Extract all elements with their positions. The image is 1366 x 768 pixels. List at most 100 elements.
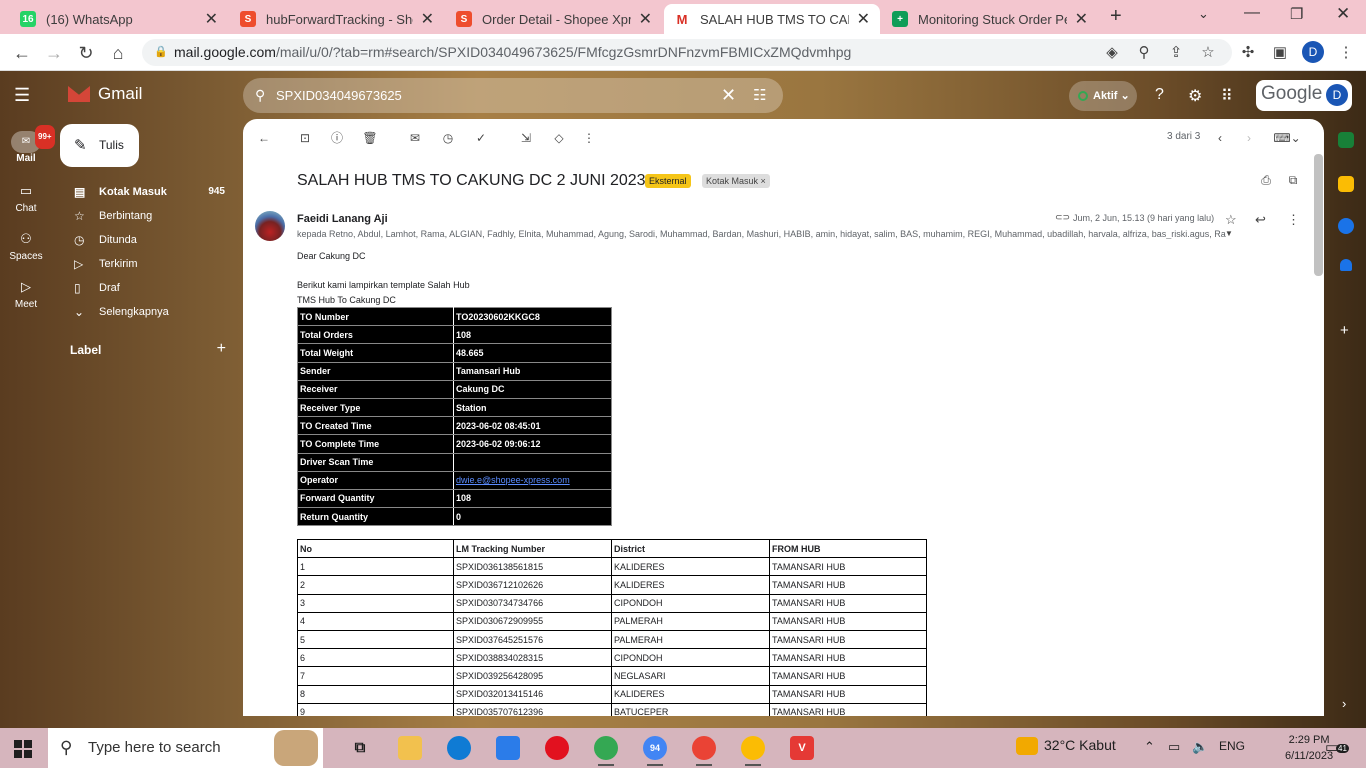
language-indicator[interactable]: ENG	[1219, 739, 1245, 753]
network-icon[interactable]: ▭	[1168, 739, 1180, 755]
gmail-logo[interactable]: Gmail	[68, 84, 142, 104]
reload-icon[interactable]: ↻	[74, 41, 98, 65]
nav-snoozed[interactable]: ◷ Ditunda	[60, 228, 235, 252]
profile-avatar[interactable]: D	[1302, 41, 1324, 63]
rail-spaces[interactable]: ⚇ Spaces	[0, 231, 52, 262]
side-panel-icon[interactable]: ▣	[1270, 43, 1290, 63]
forward-icon[interactable]: →	[42, 41, 66, 65]
volume-icon[interactable]: 🔈	[1192, 739, 1208, 755]
search-options-icon[interactable]: ☷	[753, 78, 766, 113]
account-avatar[interactable]: D	[1326, 84, 1348, 106]
reply-icon[interactable]: ↩	[1255, 212, 1266, 228]
nav-inbox[interactable]: ▤ Kotak Masuk 945	[60, 180, 235, 204]
extensions-icon[interactable]: ✣	[1238, 43, 1258, 63]
show-side-panel-icon[interactable]: ›	[1342, 696, 1346, 711]
show-details-icon[interactable]: ▼	[1225, 229, 1233, 238]
sender-name[interactable]: Faeidi Lanang Aji	[297, 213, 388, 225]
mark-unread-icon[interactable]: ✉	[406, 129, 424, 147]
clear-search-icon[interactable]: ✕	[721, 78, 736, 113]
help-icon[interactable]: ?	[1155, 86, 1164, 104]
zoom-icon[interactable]: ⚲	[1134, 43, 1154, 63]
add-label-icon[interactable]: +	[217, 340, 226, 358]
mail-search-input[interactable]: ⚲ SPXID034049673625 ✕ ☷	[243, 78, 783, 113]
label-icon[interactable]: ◇	[550, 129, 568, 147]
sheets-side-icon[interactable]	[1338, 132, 1354, 148]
close-icon[interactable]: ✕	[205, 9, 218, 29]
input-tools-icon[interactable]: ⌨⌄	[1273, 129, 1301, 147]
rail-chat[interactable]: ▭ Chat	[0, 183, 52, 214]
chrome-work-icon[interactable]	[692, 736, 716, 766]
apps-grid-icon[interactable]: ⠿	[1221, 86, 1233, 106]
inbox-label-chip[interactable]: Kotak Masuk ×	[702, 174, 770, 188]
share-icon[interactable]: ⇪	[1166, 43, 1186, 63]
archive-icon[interactable]: ⊡	[296, 129, 314, 147]
move-to-icon[interactable]: ⇲	[517, 129, 535, 147]
close-icon[interactable]: ✕	[857, 9, 870, 29]
google-account-badge[interactable]: Google D	[1256, 80, 1352, 111]
edge-icon[interactable]	[447, 736, 471, 760]
home-icon[interactable]: ⌂	[106, 41, 130, 65]
previous-icon[interactable]: ‹	[1211, 129, 1229, 147]
tasks-icon[interactable]	[1338, 218, 1354, 234]
settings-gear-icon[interactable]: ⚙	[1188, 86, 1202, 106]
new-tab-button[interactable]: +	[1110, 5, 1122, 28]
external-label-chip[interactable]: Eksternal	[645, 174, 691, 188]
keep-icon[interactable]	[1338, 176, 1354, 192]
back-icon[interactable]: ←	[10, 41, 34, 65]
scrollbar[interactable]	[1314, 154, 1323, 276]
tray-overflow-icon[interactable]: ⌃	[1144, 739, 1155, 755]
task-view-icon[interactable]: ⧉	[348, 736, 372, 760]
message-more-icon[interactable]: ⋮	[1287, 212, 1300, 228]
close-icon[interactable]: ✕	[1075, 9, 1088, 29]
nav-drafts[interactable]: ▯ Draf	[60, 276, 235, 300]
notification-center-icon[interactable]: ▭ 41	[1325, 738, 1349, 756]
add-task-icon[interactable]: ✓	[472, 129, 490, 147]
chrome-alt-icon[interactable]	[741, 736, 765, 766]
rail-mail[interactable]: ✉ 99+ Mail	[0, 125, 55, 164]
close-window-button[interactable]: ✕	[1336, 4, 1350, 24]
compose-button[interactable]: ✎ Tulis	[60, 124, 139, 167]
url-bar[interactable]: 🔒 mail.google.com/mail/u/0/?tab=rm#searc…	[142, 39, 1232, 66]
chrome-profile-icon[interactable]: 94	[643, 736, 667, 766]
open-new-window-icon[interactable]: ⧉	[1284, 171, 1302, 189]
restore-button[interactable]: ❐	[1290, 5, 1303, 23]
opera-icon[interactable]	[545, 736, 569, 760]
minimize-button[interactable]: —	[1244, 4, 1260, 22]
nav-starred[interactable]: ☆ Berbintang	[60, 204, 235, 228]
main-menu-icon[interactable]: ☰	[14, 85, 30, 106]
star-message-icon[interactable]: ☆	[1225, 212, 1237, 228]
microsoft-store-icon[interactable]	[496, 736, 520, 760]
more-options-icon[interactable]: ⋮	[580, 129, 598, 147]
vivaldi-icon[interactable]: V	[790, 736, 814, 760]
tab-monitoring-stuck-order[interactable]: + Monitoring Stuck Order Pend ✕	[882, 4, 1098, 34]
search-icon[interactable]: ⚲	[255, 78, 265, 113]
rail-meet[interactable]: ▷ Meet	[0, 279, 52, 310]
browser-menu-icon[interactable]: ⋮	[1336, 43, 1356, 63]
tab-gmail-active[interactable]: M SALAH HUB TMS TO CAKUNG ✕	[664, 4, 880, 34]
tab-search-icon[interactable]: ⌄	[1198, 6, 1209, 22]
nav-more[interactable]: ⌄ Selengkapnya	[60, 300, 235, 324]
delete-icon[interactable]: 🗑	[361, 129, 379, 147]
operator-email-link[interactable]: dwie.e@shopee-xpress.com	[456, 475, 570, 485]
weather-widget[interactable]: 32°C Kabut	[1016, 737, 1116, 756]
view-site-info-icon[interactable]: ◈	[1102, 43, 1122, 63]
nav-sent[interactable]: ▷ Terkirim	[60, 252, 235, 276]
taskbar-search-box[interactable]: ⚲ Type here to search	[48, 728, 323, 768]
next-icon[interactable]: ›	[1240, 129, 1258, 147]
snooze-icon[interactable]: ◷	[439, 129, 457, 147]
tab-whatsapp[interactable]: 16 (16) WhatsApp ✕	[10, 4, 228, 34]
get-addons-icon[interactable]: +	[1340, 322, 1349, 339]
file-explorer-icon[interactable]	[398, 736, 422, 760]
tab-order-detail[interactable]: S Order Detail - Shopee Xpress ✕	[446, 4, 662, 34]
back-to-search-icon[interactable]: ←	[255, 129, 273, 147]
contacts-icon[interactable]	[1340, 259, 1352, 271]
report-spam-icon[interactable]: ⓘ	[328, 129, 346, 147]
status-selector[interactable]: Aktif ⌄	[1069, 81, 1137, 111]
chrome-icon[interactable]	[594, 736, 618, 766]
sender-avatar[interactable]	[255, 211, 285, 241]
tab-hub-forward-tracking[interactable]: S hubForwardTracking - Shope ✕	[230, 4, 444, 34]
windows-start-icon[interactable]	[14, 740, 32, 758]
bookmark-star-icon[interactable]: ☆	[1198, 43, 1218, 63]
close-icon[interactable]: ✕	[421, 9, 434, 29]
close-icon[interactable]: ✕	[639, 9, 652, 29]
